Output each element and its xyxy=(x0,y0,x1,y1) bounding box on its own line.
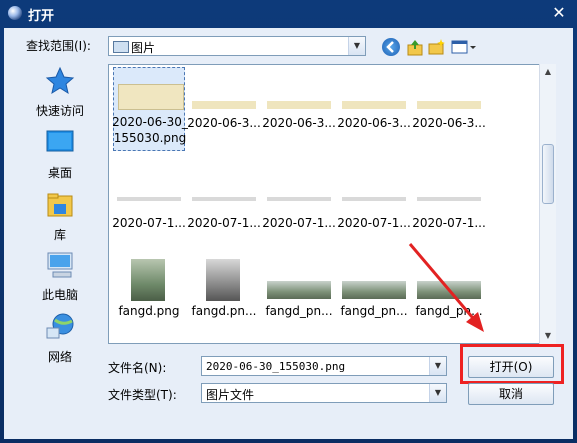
file-name: fangd_pn... xyxy=(340,304,408,318)
folder-icon xyxy=(113,41,129,53)
file-name: 2020-06-3... xyxy=(412,116,486,130)
place-label: 此电脑 xyxy=(41,288,78,302)
file-item[interactable]: 2020-07-1... xyxy=(412,167,486,247)
file-item[interactable]: 2020-06-30_ 155030.png xyxy=(112,67,188,151)
new-folder-icon[interactable] xyxy=(428,38,446,56)
place-label: 快速访问 xyxy=(35,104,84,118)
file-thumbnail xyxy=(417,101,481,109)
file-name: fangd.pn... xyxy=(191,304,257,318)
file-thumbnail xyxy=(342,101,406,109)
file-name: 2020-07-1... xyxy=(187,216,261,230)
scroll-up-icon[interactable]: ▲ xyxy=(542,66,554,78)
file-thumbnail xyxy=(267,101,331,109)
place-quick-access[interactable]: 快速访问 xyxy=(16,66,104,119)
file-item[interactable]: 2020-06-3... xyxy=(337,67,411,147)
file-thumbnail xyxy=(267,197,331,201)
file-thumbnail xyxy=(342,197,406,201)
place-library[interactable]: 库 xyxy=(16,190,104,243)
annotation-arrow-icon xyxy=(408,243,484,332)
app-icon xyxy=(8,6,22,20)
network-icon xyxy=(45,312,75,342)
file-name: fangd_pn... xyxy=(265,304,333,318)
filename-input[interactable]: 2020-06-30_155030.png ▼ xyxy=(201,356,447,376)
place-label: 网络 xyxy=(47,350,72,364)
vertical-scrollbar[interactable]: ▲ ▼ xyxy=(539,64,556,344)
close-button[interactable]: ✕ xyxy=(549,4,569,23)
lookin-label: 查找范围(I): xyxy=(26,39,91,53)
file-name: 2020-07-1... xyxy=(262,216,336,230)
file-name: 2020-07-1... xyxy=(337,216,411,230)
file-name: fangd.png xyxy=(118,304,180,318)
file-thumbnail xyxy=(267,281,331,299)
library-icon xyxy=(45,190,75,220)
view-menu-icon[interactable] xyxy=(451,38,477,56)
filetype-value: 图片文件 xyxy=(206,388,255,402)
highlight-box xyxy=(460,344,564,384)
chevron-down-icon[interactable]: ▼ xyxy=(348,37,365,55)
chevron-down-icon[interactable]: ▼ xyxy=(429,384,446,402)
file-thumbnail xyxy=(206,259,240,301)
file-name-line2: 155030.png xyxy=(113,131,187,145)
file-thumbnail xyxy=(131,259,165,301)
scroll-thumb[interactable] xyxy=(542,144,554,204)
file-name: 2020-07-1... xyxy=(412,216,486,230)
file-name: 2020-06-3... xyxy=(262,116,336,130)
title-bar: 打开 ✕ xyxy=(0,0,577,28)
lookin-combo[interactable]: 图片 ▼ xyxy=(108,36,366,56)
file-thumbnail xyxy=(342,281,406,299)
lookin-value: 图片 xyxy=(131,41,156,55)
window-title: 打开 xyxy=(28,9,55,24)
cancel-button[interactable]: 取消 xyxy=(468,383,554,405)
place-label: 库 xyxy=(53,228,66,242)
star-icon xyxy=(45,66,75,96)
file-thumbnail xyxy=(192,101,256,109)
file-name: 2020-06-3... xyxy=(337,116,411,130)
filename-label: 文件名(N): xyxy=(108,361,167,375)
file-thumbnail xyxy=(118,84,184,110)
file-item[interactable]: 2020-06-3... xyxy=(187,67,261,147)
scroll-down-icon[interactable]: ▼ xyxy=(542,330,554,342)
file-thumbnail xyxy=(117,197,181,201)
desktop-icon xyxy=(45,128,75,158)
file-item[interactable]: 2020-07-1... xyxy=(112,167,186,247)
dialog-body: 查找范围(I): 图片 ▼ 快速访问 桌面 库 此电脑 网络 2020-06-3… xyxy=(4,28,573,439)
up-folder-icon[interactable] xyxy=(406,38,424,56)
file-item[interactable]: 2020-06-3... xyxy=(412,67,486,147)
place-network[interactable]: 网络 xyxy=(16,312,104,365)
place-desktop[interactable]: 桌面 xyxy=(16,128,104,181)
computer-icon xyxy=(45,250,75,280)
filetype-select[interactable]: 图片文件 ▼ xyxy=(201,383,447,403)
chevron-down-icon[interactable]: ▼ xyxy=(429,357,446,375)
place-this-pc[interactable]: 此电脑 xyxy=(16,250,104,303)
file-item[interactable]: fangd_pn... xyxy=(338,255,410,335)
file-item[interactable]: 2020-07-1... xyxy=(337,167,411,247)
file-item[interactable]: fangd_pn... xyxy=(263,255,335,335)
file-item[interactable]: fangd.pn... xyxy=(188,255,260,335)
place-label: 桌面 xyxy=(47,166,72,180)
open-dialog: 打开 ✕ 查找范围(I): 图片 ▼ 快速访问 桌面 库 此电脑 网络 2020… xyxy=(0,0,577,443)
filetype-label: 文件类型(T): xyxy=(108,388,177,402)
file-thumbnail xyxy=(417,197,481,201)
file-name: 2020-06-3... xyxy=(187,116,261,130)
file-item[interactable]: 2020-06-3... xyxy=(262,67,336,147)
file-item[interactable]: 2020-07-1... xyxy=(187,167,261,247)
file-name: 2020-07-1... xyxy=(112,216,186,230)
back-icon[interactable] xyxy=(382,38,400,56)
filename-value: 2020-06-30_155030.png xyxy=(206,360,346,373)
file-name: 2020-06-30_ xyxy=(112,115,188,129)
file-item[interactable]: fangd.png xyxy=(113,255,185,335)
file-thumbnail xyxy=(192,197,256,201)
file-item[interactable]: 2020-07-1... xyxy=(262,167,336,247)
